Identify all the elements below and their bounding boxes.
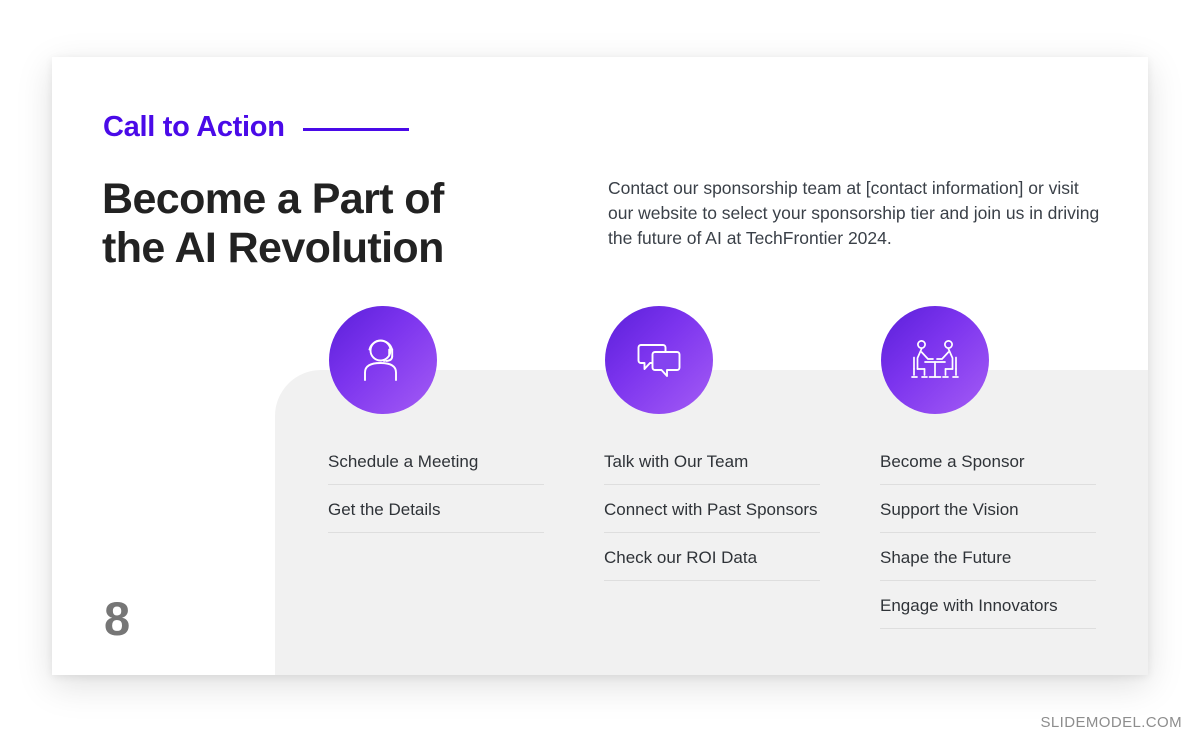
slide-canvas: Call to Action Become a Part of the AI R… <box>0 0 1200 743</box>
list-item[interactable]: Get the Details <box>328 499 544 533</box>
column-schedule: Schedule a Meeting Get the Details <box>328 306 544 547</box>
link-list-schedule: Schedule a Meeting Get the Details <box>328 451 544 533</box>
list-item[interactable]: Shape the Future <box>880 547 1096 581</box>
list-item[interactable]: Schedule a Meeting <box>328 451 544 485</box>
eyebrow-rule <box>302 127 409 131</box>
list-item[interactable]: Connect with Past Sponsors <box>604 499 820 533</box>
list-item[interactable]: Support the Vision <box>880 499 1096 533</box>
slide-card: Call to Action Become a Part of the AI R… <box>52 57 1148 675</box>
link-list-sponsor: Become a Sponsor Support the Vision Shap… <box>880 451 1096 629</box>
meeting-table-people-icon <box>881 306 989 414</box>
intro-paragraph: Contact our sponsorship team at [contact… <box>608 178 1100 248</box>
page-number: 8 <box>104 592 131 645</box>
chat-bubbles-icon <box>605 306 713 414</box>
list-item[interactable]: Check our ROI Data <box>604 547 820 581</box>
support-agent-headset-icon <box>329 306 437 414</box>
eyebrow: Call to Action <box>103 113 409 142</box>
footer-watermark: SLIDEMODEL.COM <box>1040 714 1182 731</box>
column-sponsor: Become a Sponsor Support the Vision Shap… <box>880 306 1096 643</box>
list-item[interactable]: Become a Sponsor <box>880 451 1096 485</box>
list-item[interactable]: Engage with Innovators <box>880 595 1096 629</box>
eyebrow-label: Call to Action <box>103 111 285 143</box>
column-talk: Talk with Our Team Connect with Past Spo… <box>604 306 820 595</box>
page-title: Become a Part of the AI Revolution <box>102 175 444 272</box>
link-list-talk: Talk with Our Team Connect with Past Spo… <box>604 451 820 581</box>
list-item[interactable]: Talk with Our Team <box>604 451 820 485</box>
